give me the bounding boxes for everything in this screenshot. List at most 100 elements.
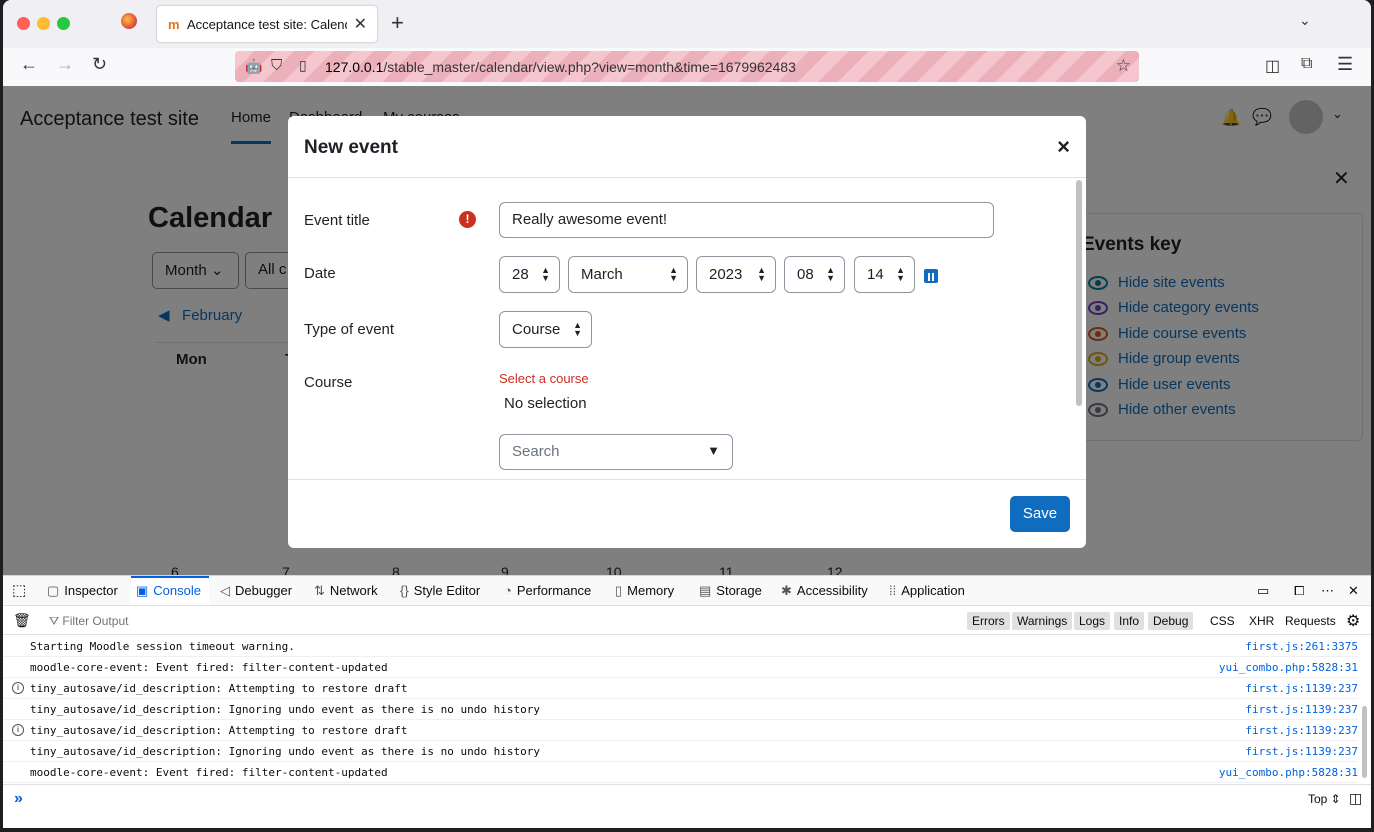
save-button[interactable]: Save	[1010, 496, 1070, 532]
log-source-link[interactable]: yui_combo.php:5828:31	[1219, 661, 1358, 674]
log-row: tiny_autosave/id_description: Ignoring u…	[3, 699, 1358, 720]
date-month-select[interactable]: March ▲ ▼	[568, 256, 688, 293]
log-row: moodle-core-event: Event fired: filter-c…	[3, 762, 1358, 783]
modal-footer: Save	[288, 480, 1086, 548]
tab-console[interactable]: ▣ Console	[131, 576, 209, 605]
split-console-icon[interactable]: ▭	[1257, 583, 1269, 599]
pocket-icon[interactable]: ◫	[1265, 56, 1280, 76]
console-filter-bar: 🗑 ⛛ Filter Output Errors Warnings Logs I…	[3, 607, 1371, 635]
console-input[interactable]: » Top ⇕ ◫	[3, 784, 1371, 814]
element-picker-icon[interactable]: ⬚	[12, 581, 26, 599]
filter-output-input[interactable]: ⛛ Filter Output	[49, 614, 128, 629]
tab-close-icon[interactable]: ✕	[354, 14, 367, 34]
dock-icon[interactable]: ⧠	[1294, 583, 1304, 599]
type-of-event-label: Type of event	[304, 321, 395, 338]
calendar-icon[interactable]	[924, 269, 938, 283]
tab-bar: m Acceptance test site: Calendar: ✕ + ⌄	[3, 0, 1371, 48]
log-source-link[interactable]: first.js:261:3375	[1245, 640, 1358, 653]
date-year-select[interactable]: 2023 ▲ ▼	[696, 256, 776, 293]
browser-window: m Acceptance test site: Calendar: ✕ + ⌄ …	[3, 0, 1371, 828]
log-source-link[interactable]: first.js:1139:237	[1245, 745, 1358, 758]
log-row: Starting Moodle session timeout warning.…	[3, 636, 1358, 657]
tab-inspector[interactable]: ▢ Inspector	[47, 583, 118, 599]
date-day-select[interactable]: 28 ▲ ▼	[499, 256, 560, 293]
filter-css[interactable]: CSS	[1210, 614, 1235, 628]
course-label: Course	[304, 374, 353, 391]
debugger-icon: ◁	[220, 583, 230, 598]
updown-icon: ▲ ▼	[757, 265, 766, 283]
shield-icon[interactable]: ⛉	[271, 57, 282, 74]
minimize-window-button[interactable]	[37, 17, 50, 30]
filter-errors[interactable]: Errors	[967, 612, 1010, 630]
robot-icon: 🤖	[245, 58, 263, 74]
log-source-link[interactable]: first.js:1139:237	[1245, 703, 1358, 716]
url-text: 127.0.0.1/stable_master/calendar/view.ph…	[325, 59, 796, 75]
console-log: Starting Moodle session timeout warning.…	[3, 636, 1358, 784]
log-source-link[interactable]: first.js:1139:237	[1245, 682, 1358, 695]
filter-warnings[interactable]: Warnings	[1012, 612, 1073, 630]
tab-performance[interactable]: ◔ Performance	[504, 583, 591, 598]
memory-icon: ▯	[615, 583, 623, 598]
event-title-label: Event title	[304, 212, 370, 229]
tab-accessibility[interactable]: ✱ Accessibility	[781, 583, 868, 599]
event-title-input[interactable]: Really awesome event!	[499, 202, 994, 238]
devtools-panel: ⬚ ▢ Inspector ▣ Console ◁ Debugger ⇅ Network…	[3, 575, 1371, 828]
modal-scrollbar[interactable]	[1076, 180, 1082, 406]
filter-requests[interactable]: Requests	[1285, 614, 1336, 628]
tab-debugger[interactable]: ◁ Debugger	[220, 583, 292, 599]
inspector-icon: ▢	[47, 583, 60, 598]
date-hour-select[interactable]: 08 ▲ ▼	[784, 256, 845, 293]
nav-bar: ← → ↻ 🤖 ⛉ ▯ 127.0.0.1/stable_master/cale…	[3, 48, 1371, 86]
tab-application[interactable]: ⁞⁞ Application	[889, 583, 965, 598]
devtools-close-icon[interactable]: ✕	[1348, 583, 1359, 599]
log-source-link[interactable]: first.js:1139:237	[1245, 724, 1358, 737]
back-icon[interactable]: ←	[20, 54, 38, 75]
course-search-input[interactable]: Search ▼	[499, 434, 733, 470]
modal-close-icon[interactable]: ×	[1057, 134, 1070, 160]
close-window-button[interactable]	[17, 17, 30, 30]
context-selector[interactable]: Top ⇕	[1308, 792, 1341, 806]
updown-icon: ▲ ▼	[826, 265, 835, 283]
tab-storage[interactable]: ▤ Storage	[699, 583, 762, 599]
more-options-icon[interactable]: ⋯	[1321, 583, 1334, 599]
bookmark-star-icon[interactable]: ☆	[1116, 56, 1131, 76]
prompt-chevron-icon: »	[14, 790, 23, 807]
list-tabs-icon[interactable]: ⌄	[1299, 12, 1311, 29]
filter-info[interactable]: Info	[1114, 612, 1145, 630]
new-event-modal: New event × Event title ! Really awesome…	[288, 116, 1086, 548]
course-selection: No selection	[504, 395, 587, 412]
new-tab-button[interactable]: +	[391, 10, 404, 36]
filter-xhr[interactable]: XHR	[1249, 614, 1274, 628]
firefox-icon[interactable]	[121, 13, 137, 29]
reload-icon[interactable]: ↻	[92, 54, 107, 75]
sidebar-toggle-icon[interactable]: ◫	[1349, 790, 1362, 807]
date-minute-select[interactable]: 14 ▲ ▼	[854, 256, 915, 293]
extensions-icon[interactable]: ⧉	[1301, 55, 1312, 73]
application-icon: ⁞⁞	[889, 583, 897, 598]
tab-memory[interactable]: ▯ Memory	[615, 583, 674, 599]
modal-title: New event	[304, 137, 398, 158]
console-scrollbar[interactable]	[1362, 706, 1367, 778]
tab-style-editor[interactable]: {} Style Editor	[400, 583, 480, 598]
settings-gear-icon[interactable]: ⚙	[1346, 611, 1360, 631]
required-icon: !	[459, 211, 476, 228]
zoom-window-button[interactable]	[57, 17, 70, 30]
type-of-event-select[interactable]: Course ▲ ▼	[499, 311, 592, 348]
log-row: i tiny_autosave/id_description: Attemptin…	[3, 720, 1358, 741]
menu-icon[interactable]: ☰	[1337, 54, 1353, 75]
log-source-link[interactable]: yui_combo.php:5828:31	[1219, 766, 1358, 779]
page-info-icon[interactable]: ▯	[299, 57, 307, 74]
clear-console-icon[interactable]: 🗑	[13, 612, 31, 629]
forward-icon[interactable]: →	[56, 54, 74, 75]
storage-icon: ▤	[699, 583, 712, 598]
log-row: i tiny_autosave/id_description: Attemptin…	[3, 678, 1358, 699]
style-editor-icon: {}	[400, 583, 409, 598]
tab-network[interactable]: ⇅ Network	[314, 583, 378, 599]
url-bar[interactable]: 🤖 ⛉ ▯ 127.0.0.1/stable_master/calendar/v…	[235, 51, 1139, 82]
browser-tab[interactable]: m Acceptance test site: Calendar: ✕	[157, 6, 377, 42]
filter-logs[interactable]: Logs	[1074, 612, 1111, 630]
updown-icon: ▲ ▼	[573, 320, 582, 338]
filter-debug[interactable]: Debug	[1148, 612, 1194, 630]
accessibility-icon: ✱	[781, 583, 792, 598]
log-row: moodle-core-event: Event fired: filter-c…	[3, 657, 1358, 678]
